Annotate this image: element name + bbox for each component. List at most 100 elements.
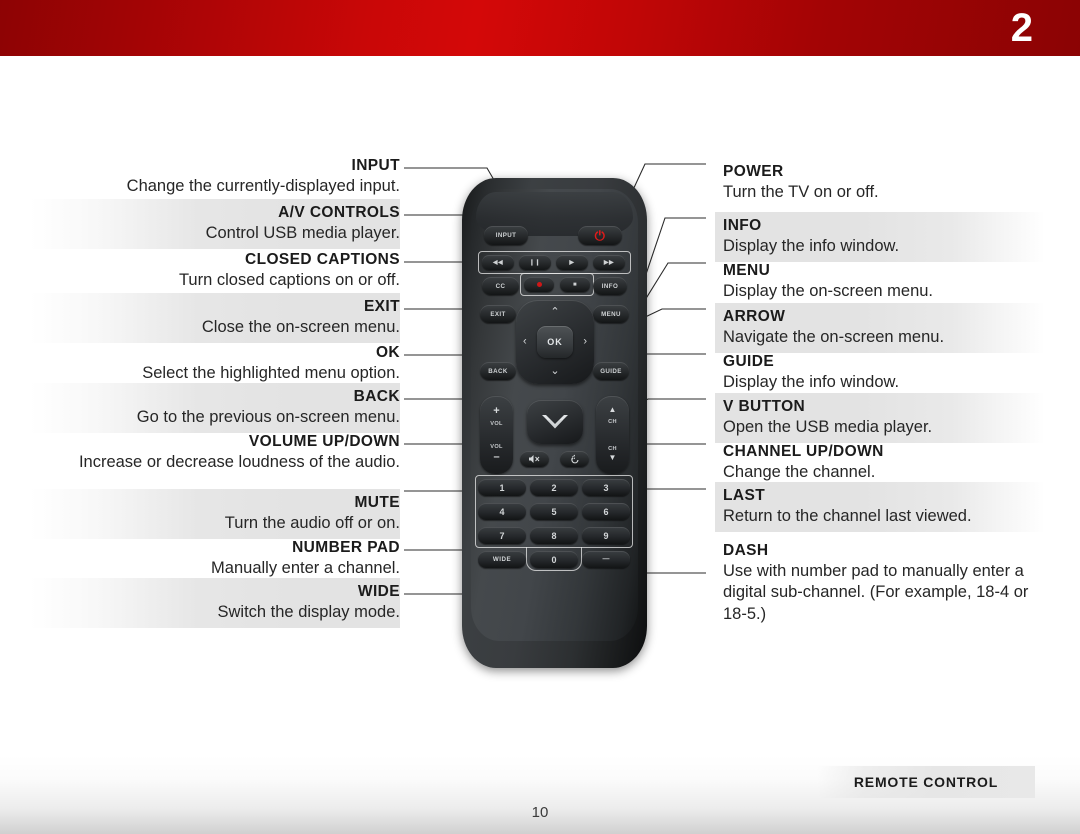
remote-cc-label: CC bbox=[495, 282, 506, 290]
remote-num-6[interactable]: 6 bbox=[582, 503, 630, 520]
arrow-down-icon[interactable]: ⌄ bbox=[550, 366, 559, 377]
remote-play-button[interactable]: ▶ bbox=[556, 255, 588, 270]
remote-menu-label: MENU bbox=[601, 310, 621, 318]
callout-description: Use with number pad to manually enter a … bbox=[723, 562, 1029, 623]
callout-entry: VOLUME UP/DOWN Increase or decrease loudn… bbox=[30, 428, 400, 478]
power-icon: ⏻ bbox=[594, 228, 606, 243]
page-number: 10 bbox=[531, 804, 549, 821]
callout-label: LAST bbox=[723, 487, 766, 504]
remote-dash-button[interactable]: — bbox=[582, 551, 630, 568]
callout-entry: CHANNEL UP/DOWN Change the channel. bbox=[715, 438, 1045, 488]
remote-exit-button[interactable]: EXIT bbox=[480, 305, 516, 323]
remote-num-1[interactable]: 1 bbox=[478, 479, 526, 496]
last-icon bbox=[570, 454, 578, 464]
callout-entry: ARROW Navigate the on-screen menu. bbox=[715, 303, 1045, 354]
remote-guide-button[interactable]: GUIDE bbox=[593, 362, 629, 380]
remote-record-button[interactable] bbox=[524, 277, 554, 292]
remote-num-8[interactable]: 8 bbox=[530, 527, 578, 544]
remote-dpad[interactable]: ⌃ ⌄ ‹ › OK bbox=[516, 300, 594, 384]
callout-entry: MENU Display the on-screen menu. bbox=[715, 257, 1045, 307]
remote-num-5[interactable]: 5 bbox=[530, 503, 578, 520]
remote-ok-label: OK bbox=[547, 337, 563, 347]
remote-back-button[interactable]: BACK bbox=[480, 362, 516, 380]
remote-power-button[interactable]: ⏻ bbox=[578, 226, 622, 245]
remote-pause-button[interactable]: ❙❙ bbox=[519, 255, 551, 270]
remote-last-button[interactable] bbox=[560, 451, 589, 467]
record-icon bbox=[536, 282, 542, 287]
callout-description: Select the highlighted menu option. bbox=[142, 364, 400, 383]
remote-num-3[interactable]: 3 bbox=[582, 479, 630, 496]
v-logo-icon bbox=[542, 415, 568, 429]
remote-v-button[interactable] bbox=[527, 400, 583, 444]
callout-label: MUTE bbox=[354, 494, 400, 511]
remote-exit-label: EXIT bbox=[490, 310, 506, 318]
remote-rewind-button[interactable]: ◀◀ bbox=[482, 255, 514, 270]
num-9-label: 9 bbox=[603, 530, 609, 541]
channel-down-icon[interactable]: ▼ bbox=[596, 454, 629, 462]
pause-icon: ❙❙ bbox=[529, 259, 541, 266]
remote-num-9[interactable]: 9 bbox=[582, 527, 630, 544]
remote-num-2[interactable]: 2 bbox=[530, 479, 578, 496]
arrow-right-icon[interactable]: › bbox=[583, 336, 587, 348]
channel-up-label: CH bbox=[608, 419, 617, 425]
callout-description: Open the USB media player. bbox=[723, 418, 933, 437]
callout-label: NUMBER PAD bbox=[292, 539, 400, 556]
remote-ok-button[interactable]: OK bbox=[537, 326, 573, 358]
chapter-number: 2 bbox=[1010, 6, 1033, 50]
callout-entry: DASH Use with number pad to manually ente… bbox=[715, 537, 1045, 630]
volume-minus-icon[interactable]: – bbox=[480, 452, 513, 463]
remote-channel-rocker[interactable]: ▲ CH CH ▼ bbox=[596, 396, 629, 474]
callout-description: Turn the audio off or on. bbox=[224, 514, 400, 533]
remote-fastforward-button[interactable]: ▶▶ bbox=[593, 255, 625, 270]
wide-label: WIDE bbox=[492, 556, 512, 563]
arrow-left-icon[interactable]: ‹ bbox=[523, 336, 527, 348]
callout-label: WIDE bbox=[357, 583, 400, 600]
callout-label: CHANNEL UP/DOWN bbox=[723, 443, 884, 460]
callout-description: Change the channel. bbox=[723, 463, 876, 482]
volume-plus-icon[interactable]: + bbox=[480, 406, 513, 417]
remote-num-7[interactable]: 7 bbox=[478, 527, 526, 544]
remote-back-label: BACK bbox=[488, 367, 508, 375]
callout-entry: V BUTTON Open the USB media player. bbox=[715, 393, 1045, 444]
callout-description: Close the on-screen menu. bbox=[201, 318, 400, 337]
callout-entry: BACK Go to the previous on-screen menu. bbox=[30, 383, 400, 434]
manual-page: 2 INPUT Change the currently-displayed in… bbox=[0, 0, 1080, 834]
num-1-label: 1 bbox=[499, 482, 505, 493]
remote-num-0[interactable]: 0 bbox=[530, 551, 578, 568]
leader-info bbox=[639, 217, 706, 293]
callout-description: Display the info window. bbox=[723, 237, 900, 256]
callout-description: Turn closed captions on or off. bbox=[178, 271, 400, 290]
callout-description: Return to the channel last viewed. bbox=[723, 507, 972, 526]
page-header-banner: 2 bbox=[0, 0, 1080, 56]
channel-down-label: CH bbox=[608, 446, 617, 452]
remote-cc-button[interactable]: CC bbox=[482, 277, 519, 295]
callout-description: Navigate the on-screen menu. bbox=[723, 328, 945, 347]
remote-stop-button[interactable]: ■ bbox=[560, 277, 590, 292]
channel-up-icon[interactable]: ▲ bbox=[596, 406, 629, 414]
section-badge: REMOTE CONTROL bbox=[817, 766, 1035, 798]
remote-menu-button[interactable]: MENU bbox=[593, 305, 629, 323]
callout-description: Change the currently-displayed input. bbox=[126, 177, 400, 196]
callout-label: V BUTTON bbox=[723, 398, 806, 415]
play-icon: ▶ bbox=[569, 259, 575, 266]
callout-label: MENU bbox=[723, 262, 771, 279]
mute-icon bbox=[529, 455, 540, 463]
num-6-label: 6 bbox=[603, 506, 609, 517]
num-0-label: 0 bbox=[551, 554, 557, 565]
arrow-up-icon[interactable]: ⌃ bbox=[550, 307, 559, 318]
remote-info-label: INFO bbox=[601, 282, 619, 290]
callout-label: POWER bbox=[723, 163, 784, 180]
callout-label: VOLUME UP/DOWN bbox=[248, 433, 400, 450]
remote-volume-rocker[interactable]: + VOL VOL – bbox=[480, 396, 513, 474]
remote-input-button[interactable]: INPUT bbox=[484, 226, 528, 245]
remote-num-4[interactable]: 4 bbox=[478, 503, 526, 520]
remote-info-button[interactable]: INFO bbox=[593, 277, 627, 295]
page-footer: REMOTE CONTROL 10 bbox=[0, 756, 1080, 834]
remote-wide-button[interactable]: WIDE bbox=[478, 551, 526, 568]
volume-up-label: VOL bbox=[490, 421, 503, 427]
callout-entry: GUIDE Display the info window. bbox=[715, 348, 1045, 398]
dash-icon: — bbox=[602, 556, 610, 563]
num-2-label: 2 bbox=[551, 482, 557, 493]
remote-mute-button[interactable] bbox=[520, 451, 549, 467]
num-7-label: 7 bbox=[499, 530, 505, 541]
